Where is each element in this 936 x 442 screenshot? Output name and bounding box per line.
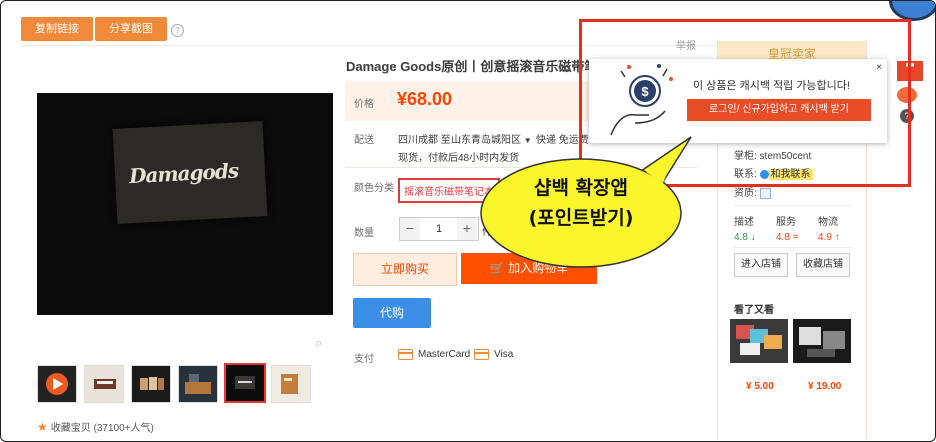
main-product-image[interactable]: Damagods — [37, 93, 333, 315]
seen-also-title: 看了又看 — [734, 305, 774, 316]
seen-item-2[interactable] — [793, 319, 851, 363]
thumbnail-5-selected[interactable] — [224, 363, 266, 403]
extension-icon[interactable] — [889, 1, 935, 21]
ship-to-label: 山东青岛城阳区 — [451, 135, 521, 146]
add-to-cart-button[interactable]: 🛒 加入购物车 — [461, 253, 597, 284]
payment-visa: Visa — [474, 349, 513, 360]
rating-value: 4.9 ↑ — [818, 232, 840, 243]
popup-close-button[interactable]: × — [876, 62, 882, 73]
annotation-line-2: (포인트받기) — [528, 207, 634, 229]
star-icon: ★ — [37, 420, 48, 434]
copy-link-button[interactable]: 复制链接 — [21, 17, 93, 41]
qualification-label: 资质: — [734, 188, 757, 199]
qty-unit: 件 — [482, 227, 492, 238]
divider — [734, 247, 852, 248]
ship-note: 现货，付款后48小时内发货 — [398, 153, 520, 164]
cashback-popup: $ × 이 상품은 캐시백 적립 가능합니다! 로그인/ 신규가입하고 캐시백 … — [589, 59, 887, 143]
product-title: Damage Goods原创丨创意摇滚音乐磁带笔记本 — [346, 59, 596, 74]
seen-price-2: ¥ 19.00 — [808, 381, 842, 392]
payment-label: 支付 — [354, 354, 374, 365]
rating-logistics: 物流 4.9 ↑ — [818, 213, 840, 243]
popup-message: 이 상품은 캐시백 적립 가능합니다! — [693, 80, 850, 92]
seen-item-1[interactable] — [730, 319, 788, 363]
browser-frame: 复制链接 分享截图 ? Damagods ⌕ ★ 收藏宝贝 (37100+人气) … — [0, 0, 936, 442]
annotation-text: 샵백 확장앱 (포인트받기) — [506, 173, 656, 233]
price-label: 价格 — [354, 99, 374, 110]
payment-mastercard: MasterCard — [398, 349, 470, 360]
buy-now-button[interactable]: 立即购买 — [353, 253, 457, 286]
rating-service: 服务 4.8 = — [776, 213, 799, 243]
rating-value: 4.8 = — [776, 232, 799, 243]
ship-from: 四川成都 至 — [398, 135, 451, 146]
annotation-line-1: 샵백 확장앱 — [533, 177, 628, 199]
help-icon[interactable]: ? — [171, 24, 184, 37]
qty-input[interactable]: 1 — [421, 218, 457, 240]
add-cart-label: 加入购物车 — [508, 261, 569, 275]
qty-decrease-button[interactable]: − — [400, 218, 420, 240]
card-brand-text: Damagods — [128, 158, 239, 189]
price-value: ¥68.00 — [397, 89, 453, 109]
thumbnail-3[interactable] — [131, 365, 171, 403]
favorite-shop-button[interactable]: 收藏店铺 — [796, 253, 850, 277]
rating-desc: 描述 4.8 ↓ — [734, 213, 756, 243]
credit-card-icon — [474, 349, 489, 360]
proxy-buy-button[interactable]: 代购 — [353, 298, 431, 328]
coin-hand-icon: $ — [610, 64, 673, 136]
play-icon — [46, 373, 68, 395]
rating-label: 描述 — [734, 217, 754, 228]
divider — [734, 205, 852, 206]
qty-increase-button[interactable]: + — [457, 218, 477, 240]
mastercard-label: MasterCard — [418, 349, 471, 361]
rating-label: 服务 — [776, 217, 796, 228]
shipping-label: 配送 — [354, 135, 374, 146]
cart-icon: 🛒 — [489, 261, 505, 275]
id-badge-icon[interactable] — [759, 187, 771, 199]
ship-to-select[interactable]: 山东青岛城阳区 ▼ — [451, 131, 532, 146]
qty-label: 数量 — [354, 228, 374, 239]
thumbnail-video[interactable] — [37, 365, 77, 403]
notebook-photo: Damagods — [112, 121, 268, 224]
enter-shop-button[interactable]: 进入店铺 — [734, 253, 788, 277]
thumbnail-2[interactable] — [84, 365, 124, 403]
favorite-label: 收藏宝贝 (37100+人气) — [50, 423, 154, 434]
color-option-selected[interactable]: 摇滚音乐磁带笔记本 — [398, 178, 500, 203]
zoom-icon[interactable]: ⌕ — [315, 335, 322, 351]
credit-card-icon — [398, 349, 413, 360]
svg-text:$: $ — [641, 84, 649, 99]
seen-price-1: ¥ 5.00 — [746, 381, 774, 392]
thumbnail-6[interactable] — [271, 365, 311, 403]
share-screenshot-button[interactable]: 分享截图 — [95, 17, 167, 41]
visa-label: Visa — [494, 349, 514, 361]
quantity-stepper: − 1 + — [399, 217, 479, 241]
cashback-login-button[interactable]: 로그인/ 신규가입하고 캐시백 받기 — [687, 99, 871, 121]
favorite-item[interactable]: ★ 收藏宝贝 (37100+人气) — [37, 419, 154, 434]
rating-value: 4.8 ↓ — [734, 232, 756, 243]
rating-label: 物流 — [818, 217, 838, 228]
chevron-down-icon: ▼ — [523, 136, 532, 145]
color-label: 颜色分类 — [354, 183, 394, 194]
thumbnail-4[interactable] — [178, 365, 218, 403]
